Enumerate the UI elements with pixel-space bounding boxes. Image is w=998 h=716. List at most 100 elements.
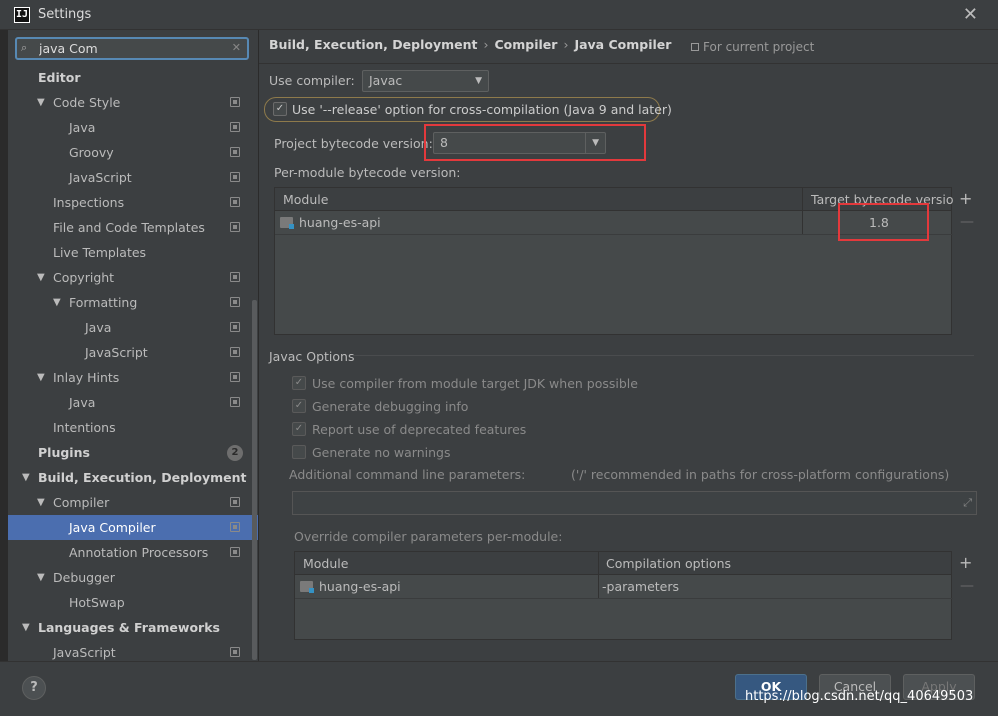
tree-item-copyright[interactable]: ▼ Copyright — [8, 265, 258, 290]
deprecated-label: Report use of deprecated features — [312, 422, 527, 437]
tree-item-formatting[interactable]: ▼ Formatting — [8, 290, 258, 315]
debug-info-label: Generate debugging info — [312, 399, 469, 414]
expand-arrow-icon[interactable]: ▼ — [37, 265, 45, 290]
expand-arrow-icon[interactable]: ▼ — [37, 90, 45, 115]
no-warnings-checkbox[interactable] — [292, 445, 306, 459]
project-scope-icon — [230, 172, 240, 182]
settings-search[interactable]: ⌕ ✕ — [15, 37, 249, 60]
deprecated-checkbox[interactable]: ✓ — [292, 422, 306, 436]
tree-item-file-and-code-templates[interactable]: File and Code Templates — [8, 215, 258, 240]
use-compiler-value: Javac — [369, 73, 403, 88]
expand-icon[interactable]: ⤢ — [963, 496, 972, 510]
tree-item-annotation-processors[interactable]: Annotation Processors — [8, 540, 258, 565]
tree-item-java[interactable]: Java — [8, 390, 258, 415]
tree-item-label: HotSwap — [69, 595, 125, 610]
tree-item-label: Annotation Processors — [69, 545, 209, 560]
tree-item-hotswap[interactable]: HotSwap — [8, 590, 258, 615]
use-compiler-select[interactable]: Javac ▼ — [362, 70, 489, 92]
column-divider — [802, 188, 803, 234]
tree-item-inspections[interactable]: Inspections — [8, 190, 258, 215]
close-icon[interactable]: ✕ — [963, 4, 978, 25]
plugins-update-badge: 2 — [227, 445, 243, 461]
tree-item-label: Formatting — [69, 295, 138, 310]
highlight-box-target — [838, 203, 929, 241]
tree-item-label: Intentions — [53, 420, 116, 435]
tree-item-label: Compiler — [53, 495, 110, 510]
watermark-text: https://blog.csdn.net/qq_40649503 — [745, 689, 974, 704]
use-compiler-label: Use compiler: — [269, 73, 355, 88]
tree-item-groovy[interactable]: Groovy — [8, 140, 258, 165]
tree-item-label: Java Compiler — [69, 520, 156, 535]
compilation-options-value[interactable]: -parameters — [602, 576, 679, 598]
module-icon — [300, 581, 314, 593]
settings-sidebar: ⌕ ✕ Editor ▼ Code Style Java Groovy JavaScrip… — [8, 30, 258, 661]
tree-item-label: Inspections — [53, 195, 125, 210]
expand-arrow-icon[interactable]: ▼ — [22, 615, 30, 640]
window-title: Settings — [38, 7, 92, 22]
tree-item-label: Java — [85, 320, 112, 335]
expand-arrow-icon[interactable]: ▼ — [37, 490, 45, 515]
tree-item-javascript[interactable]: JavaScript — [8, 640, 258, 661]
project-scope-icon — [230, 547, 240, 557]
add-icon[interactable]: + — [959, 553, 972, 572]
project-scope-icon — [230, 197, 240, 207]
cmdline-params-input[interactable]: ⤢ — [292, 491, 977, 515]
sidebar-scrollbar[interactable] — [252, 300, 257, 660]
expand-arrow-icon[interactable]: ▼ — [37, 365, 45, 390]
tree-item-label: JavaScript — [53, 645, 116, 660]
tree-item-intentions[interactable]: Intentions — [8, 415, 258, 440]
breadcrumb-separator: › — [483, 37, 489, 52]
module-name: huang-es-api — [319, 579, 401, 594]
add-icon[interactable]: + — [959, 189, 972, 208]
release-option-checkbox[interactable]: ✓ — [273, 102, 287, 116]
project-scope-icon — [230, 397, 240, 407]
tree-item-java-compiler[interactable]: Java Compiler — [8, 515, 258, 540]
tree-item-label: Groovy — [69, 145, 114, 160]
tree-item-editor[interactable]: Editor — [8, 65, 258, 90]
expand-arrow-icon[interactable]: ▼ — [53, 290, 61, 315]
debug-info-checkbox[interactable]: ✓ — [292, 399, 306, 413]
tree-item-code-style[interactable]: ▼ Code Style — [8, 90, 258, 115]
java-compiler-panel: Build, Execution, Deployment › Compiler › Ja… — [259, 30, 998, 661]
chevron-down-icon: ▼ — [475, 76, 482, 86]
tree-item-languages-frameworks[interactable]: ▼ Languages & Frameworks — [8, 615, 258, 640]
search-input[interactable] — [39, 40, 219, 57]
row-divider — [295, 598, 953, 599]
help-button[interactable]: ? — [22, 676, 46, 700]
tree-item-label: Copyright — [53, 270, 115, 285]
project-scope-icon — [230, 222, 240, 232]
expand-arrow-icon[interactable]: ▼ — [22, 465, 30, 490]
tree-item-inlay-hints[interactable]: ▼ Inlay Hints — [8, 365, 258, 390]
tree-item-label: File and Code Templates — [53, 220, 205, 235]
use-module-jdk-label: Use compiler from module target JDK when… — [312, 376, 638, 391]
column-header-module[interactable]: Module — [283, 188, 328, 211]
tree-item-javascript[interactable]: JavaScript — [8, 165, 258, 190]
per-module-label: Per-module bytecode version: — [274, 165, 461, 180]
cmdline-label: Additional command line parameters: — [289, 467, 526, 482]
project-icon — [691, 43, 699, 51]
column-header-module[interactable]: Module — [303, 552, 348, 575]
background-window-edge — [0, 30, 8, 661]
tree-item-debugger[interactable]: ▼ Debugger — [8, 565, 258, 590]
tree-item-javascript[interactable]: JavaScript — [8, 340, 258, 365]
project-scope-icon — [230, 147, 240, 157]
clear-search-icon[interactable]: ✕ — [232, 41, 241, 54]
tree-item-label: Java — [69, 395, 96, 410]
tree-item-java[interactable]: Java — [8, 315, 258, 340]
search-icon: ⌕ — [21, 41, 28, 54]
tree-item-java[interactable]: Java — [8, 115, 258, 140]
tree-item-label: Debugger — [53, 570, 115, 585]
remove-icon[interactable]: — — [960, 214, 974, 230]
project-scope-icon — [230, 122, 240, 132]
tree-item-live-templates[interactable]: Live Templates — [8, 240, 258, 265]
expand-arrow-icon[interactable]: ▼ — [37, 565, 45, 590]
for-current-project-label: For current project — [691, 40, 814, 54]
release-option-row[interactable]: ✓ Use '--release' option for cross-compi… — [264, 97, 672, 122]
tree-item-build-execution-deployment[interactable]: ▼ Build, Execution, Deployment — [8, 465, 258, 490]
remove-icon[interactable]: — — [960, 578, 974, 594]
tree-item-compiler[interactable]: ▼ Compiler — [8, 490, 258, 515]
use-module-jdk-checkbox[interactable]: ✓ — [292, 376, 306, 390]
per-module-toolbar: + — — [954, 187, 976, 335]
tree-item-plugins[interactable]: Plugins 2 — [8, 440, 258, 465]
column-header-options[interactable]: Compilation options — [606, 552, 731, 575]
